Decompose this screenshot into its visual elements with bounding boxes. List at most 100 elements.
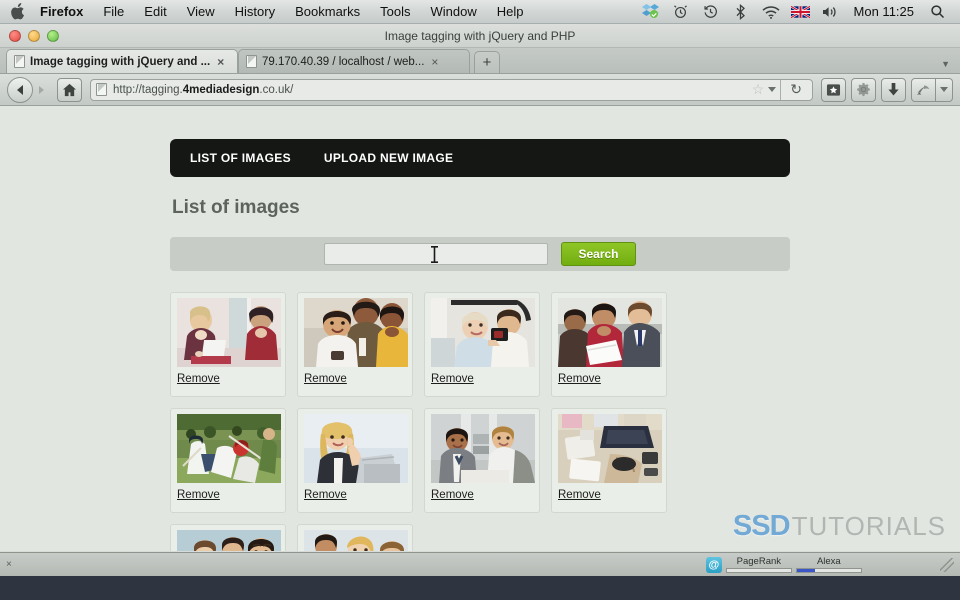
reload-icon[interactable]: ↻ xyxy=(785,81,807,98)
menu-item-help[interactable]: Help xyxy=(487,0,534,23)
navigation-toolbar: http://tagging.4mediadesign.co.uk/ ☆ ↻ xyxy=(0,74,960,106)
window-resize-grip[interactable] xyxy=(940,557,954,572)
image-card[interactable]: Remove xyxy=(170,292,286,397)
nav-link-upload-new-image[interactable]: UPLOAD NEW IMAGE xyxy=(324,151,453,165)
menu-item-view[interactable]: View xyxy=(177,0,225,23)
tab-strip: Image tagging with jQuery and ... × 79.1… xyxy=(0,48,960,74)
apple-logo-icon[interactable] xyxy=(0,3,30,20)
menubar-clock[interactable]: Mon 11:25 xyxy=(846,4,922,19)
bookmarks-sidebar-icon[interactable] xyxy=(821,77,846,102)
seo-toolbar-group: @ PageRank Alexa xyxy=(705,556,862,573)
page-container: LIST OF IMAGES UPLOAD NEW IMAGE List of … xyxy=(170,106,790,551)
pagerank-label: PageRank xyxy=(736,556,782,567)
image-thumbnail[interactable] xyxy=(304,530,408,551)
time-machine-icon[interactable] xyxy=(696,0,726,23)
menubar-tray: Mon 11:25 xyxy=(636,0,960,23)
image-card[interactable]: Remove xyxy=(424,408,540,513)
image-card[interactable]: Remove xyxy=(297,292,413,397)
search-input[interactable] xyxy=(324,243,549,265)
menu-item-history[interactable]: History xyxy=(225,0,285,23)
image-thumbnail[interactable] xyxy=(177,414,281,483)
image-thumbnail[interactable] xyxy=(558,298,662,367)
at-sign-icon[interactable]: @ xyxy=(705,556,722,573)
menu-item-tools[interactable]: Tools xyxy=(370,0,420,23)
dropbox-icon[interactable] xyxy=(636,0,666,23)
remove-link[interactable]: Remove xyxy=(177,373,279,386)
image-thumbnail[interactable] xyxy=(431,414,535,483)
remove-link[interactable]: Remove xyxy=(431,373,533,386)
page-favicon-icon xyxy=(246,55,257,68)
alexa-fill xyxy=(796,569,815,572)
alexa-meter[interactable]: Alexa xyxy=(795,556,862,573)
addon-dropdown-button[interactable] xyxy=(936,77,953,102)
browser-statusbar: × @ PageRank Alexa xyxy=(0,552,960,576)
image-card[interactable]: Remove xyxy=(170,524,286,551)
firefox-window: Image tagging with jQuery and PHP Image … xyxy=(0,24,960,576)
nav-link-list-of-images[interactable]: LIST OF IMAGES xyxy=(190,151,291,165)
url-bar-actions: ☆ ↻ xyxy=(752,79,807,100)
tab-label: Image tagging with jQuery and ... xyxy=(30,55,211,68)
pagerank-meter[interactable]: PageRank xyxy=(725,556,792,573)
image-card[interactable]: Remove xyxy=(424,292,540,397)
home-button[interactable] xyxy=(57,77,82,102)
statusbar-close-icon[interactable]: × xyxy=(6,559,18,570)
image-card[interactable]: Remove xyxy=(297,524,413,551)
image-thumbnail[interactable] xyxy=(304,298,408,367)
alarm-clock-icon[interactable] xyxy=(666,0,696,23)
tab-list-chevron-down-icon[interactable]: ▼ xyxy=(941,59,950,69)
image-thumbnail[interactable] xyxy=(304,414,408,483)
menu-item-edit[interactable]: Edit xyxy=(134,0,176,23)
divider xyxy=(780,79,782,100)
remove-link[interactable]: Remove xyxy=(304,489,406,502)
menu-item-file[interactable]: File xyxy=(93,0,134,23)
site-identity-icon[interactable] xyxy=(96,83,107,96)
remove-link[interactable]: Remove xyxy=(177,489,279,502)
search-button[interactable]: Search xyxy=(561,242,636,266)
addon-icon[interactable] xyxy=(911,77,936,102)
os-menubar: Firefox File Edit View History Bookmarks… xyxy=(0,0,960,24)
watermark-suffix: TUTORIALS xyxy=(791,511,946,541)
url-bar[interactable]: http://tagging.4mediadesign.co.uk/ ☆ ↻ xyxy=(90,78,813,101)
text-cursor-icon xyxy=(431,246,439,263)
remove-link[interactable]: Remove xyxy=(431,489,533,502)
forward-button[interactable] xyxy=(30,79,52,101)
bookmark-star-icon[interactable]: ☆ xyxy=(752,81,765,98)
uk-flag-icon[interactable] xyxy=(786,0,816,23)
tab-localhost-web[interactable]: 79.170.40.39 / localhost / web... × xyxy=(238,49,470,73)
page-title: List of images xyxy=(172,197,300,218)
chevron-down-icon xyxy=(940,87,948,92)
bluetooth-icon[interactable] xyxy=(726,0,756,23)
new-tab-button[interactable]: + xyxy=(474,51,500,73)
remove-link[interactable]: Remove xyxy=(558,373,660,386)
spotlight-search-icon[interactable] xyxy=(922,0,952,23)
tab-close-icon[interactable]: × xyxy=(215,55,224,69)
download-arrow-icon[interactable] xyxy=(881,77,906,102)
gear-icon[interactable] xyxy=(851,77,876,102)
alexa-label: Alexa xyxy=(816,556,841,567)
wifi-icon[interactable] xyxy=(756,0,786,23)
tab-image-tagging[interactable]: Image tagging with jQuery and ... × xyxy=(6,49,238,73)
menu-item-window[interactable]: Window xyxy=(421,0,487,23)
image-card[interactable]: Remove xyxy=(297,408,413,513)
volume-icon[interactable] xyxy=(816,0,846,23)
menu-item-firefox[interactable]: Firefox xyxy=(30,0,93,23)
window-title: Image tagging with jQuery and PHP xyxy=(384,28,576,43)
image-thumbnail[interactable] xyxy=(177,298,281,367)
image-card[interactable]: Remove xyxy=(170,408,286,513)
remove-link[interactable]: Remove xyxy=(558,489,660,502)
window-titlebar: Image tagging with jQuery and PHP xyxy=(0,24,960,48)
image-grid: Remove Remove Remove Remove Remove Remov… xyxy=(170,292,790,551)
image-thumbnail[interactable] xyxy=(177,530,281,551)
site-nav: LIST OF IMAGES UPLOAD NEW IMAGE xyxy=(170,139,790,177)
tab-label: 79.170.40.39 / localhost / web... xyxy=(262,55,425,68)
remove-link[interactable]: Remove xyxy=(304,373,406,386)
image-thumbnail[interactable] xyxy=(431,298,535,367)
chevron-down-icon[interactable] xyxy=(768,87,777,92)
image-card[interactable]: Remove xyxy=(551,292,667,397)
menu-item-bookmarks[interactable]: Bookmarks xyxy=(285,0,370,23)
pagerank-bar xyxy=(725,568,792,573)
tab-close-icon[interactable]: × xyxy=(429,55,438,69)
image-card[interactable]: Remove xyxy=(551,408,667,513)
page-favicon-icon xyxy=(14,55,25,68)
image-thumbnail[interactable] xyxy=(558,414,662,483)
